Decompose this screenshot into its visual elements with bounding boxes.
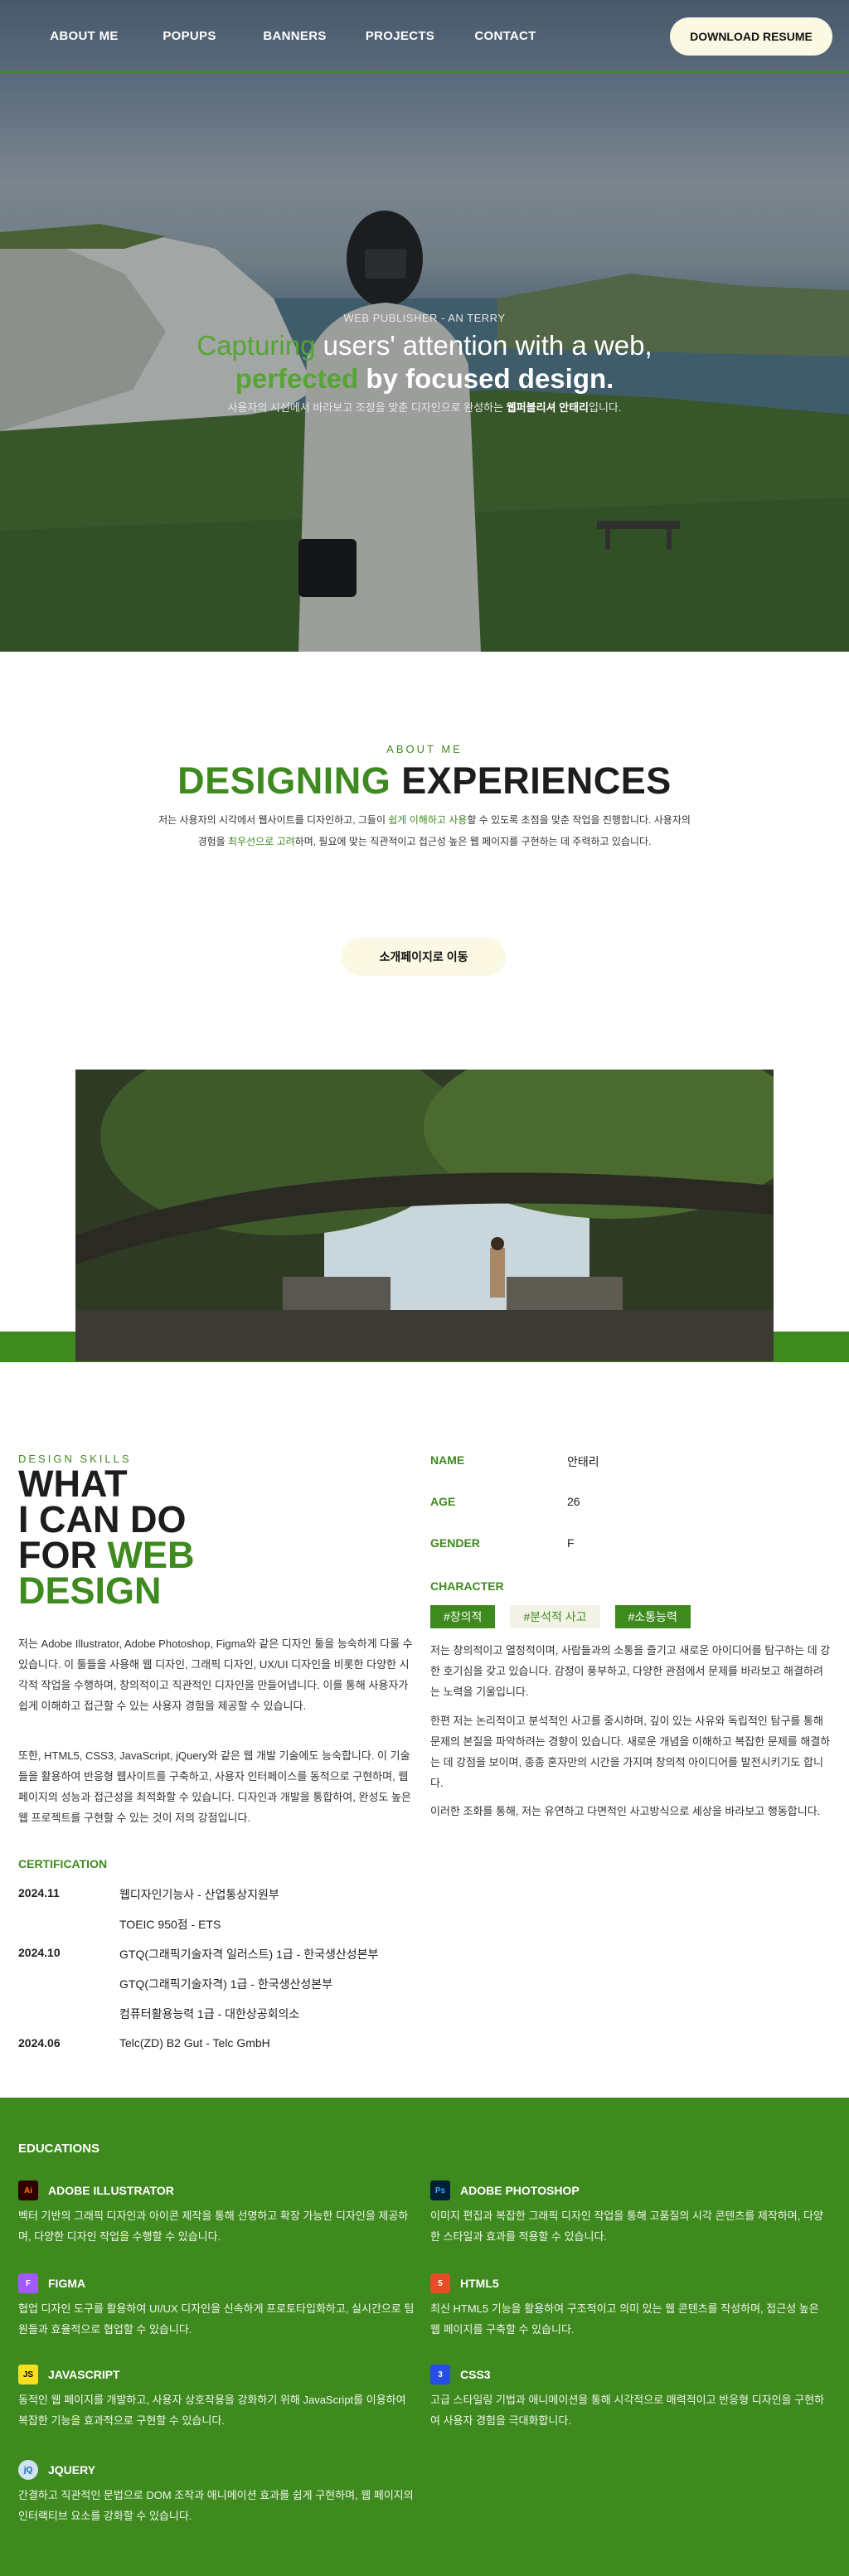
character-paragraph-2: 한편 저는 논리적이고 분석적인 사고를 중시하며, 깊이 있는 사유와 독립적… xyxy=(430,1715,831,1789)
edu-item-name: JAVASCRIPT xyxy=(48,2368,120,2381)
hero-line1: users' attention with a web, xyxy=(315,330,653,361)
edu-item-figma: F FIGMA 협업 디자인 도구를 활용하여 UI/UX 디자인을 신속하게 프… xyxy=(18,2273,415,2340)
edu-item-name: JQUERY xyxy=(48,2463,96,2477)
hero-desc-suffix: 입니다. xyxy=(589,401,622,414)
edu-item-desc: 간결하고 직관적인 문법으로 DOM 조작과 애니메이션 효과를 쉽게 구현하며… xyxy=(18,2489,414,2522)
edu-item-name: ADOBE ILLUSTRATOR xyxy=(48,2184,174,2197)
nav-links: ABOUT ME POPUPS BANNERS PROJECTS CONTACT xyxy=(32,29,558,43)
skills-paragraph-1: 저는 Adobe Illustrator, Adobe Photoshop, F… xyxy=(18,1637,413,1712)
download-resume-button[interactable]: DOWNLOAD RESUME xyxy=(670,17,832,56)
edu-item-desc: 벡터 기반의 그래픽 디자인과 아이콘 제작을 통해 선명하고 확장 가능한 디… xyxy=(18,2210,409,2243)
skills-title-line1: WHAT xyxy=(18,1463,128,1505)
profile-key: NAME xyxy=(430,1453,465,1467)
cert-text: GTQ(그래픽기술자격 일러스트) 1급 - 한국생산성본부 xyxy=(119,1948,379,1961)
edu-item-photoshop: Ps ADOBE PHOTOSHOP 이미지 편집과 복잡한 그래픽 디자인 작업… xyxy=(430,2181,827,2247)
arch-photo-image xyxy=(75,1070,774,1361)
nav-popups[interactable]: POPUPS xyxy=(137,29,242,43)
nav-about-me[interactable]: ABOUT ME xyxy=(32,29,137,43)
cert-text: TOEIC 950점 - ETS xyxy=(119,1918,221,1931)
about-title-green: DESIGNING xyxy=(177,759,391,802)
profile-value: 안태리 xyxy=(567,1455,599,1468)
about-label: ABOUT ME xyxy=(386,743,463,755)
hero-description: 사용자의 시선에서 바라보고 조정을 맞춘 디자인으로 완성하는 웹퍼블리셔 안… xyxy=(0,399,849,415)
cert-year: 2024.11 xyxy=(18,1886,60,1899)
about-desc2-post: 하며, 필요에 맞는 직관적이고 접근성 높은 웹 페이지를 구현하는 데 주력… xyxy=(294,836,652,847)
skills-paragraph-2: 또한, HTML5, CSS3, JavaScript, jQuery와 같은 … xyxy=(18,1749,411,1824)
edu-item-desc: 최신 HTML5 기능을 활용하여 구조적이고 의미 있는 웹 콘텐츠를 작성하… xyxy=(430,2302,819,2336)
about-desc1-pre: 저는 사용자의 시각에서 웹사이트를 디자인하고, 그들이 xyxy=(158,814,389,826)
edu-item-name: FIGMA xyxy=(48,2277,86,2290)
about-desc1-green: 쉽게 이해하고 사용 xyxy=(388,814,468,826)
cert-text: 웹디자인기능사 - 산업통상지원부 xyxy=(119,1888,279,1901)
character-paragraph-1: 저는 창의적이고 열정적이며, 사람들과의 소통을 즐기고 새로운 아이디어를 … xyxy=(430,1644,831,1698)
edu-item-name: ADOBE PHOTOSHOP xyxy=(460,2184,580,2197)
arch-photo xyxy=(75,1070,774,1361)
hero-desc-bold: 웹퍼블리셔 안태리 xyxy=(506,401,589,414)
educations-title: EDUCATIONS xyxy=(18,2142,100,2156)
cert-year: 2024.06 xyxy=(18,2036,61,2050)
nav-projects[interactable]: PROJECTS xyxy=(347,29,453,43)
about-desc2-pre: 경험을 xyxy=(197,836,229,847)
certification-title: CERTIFICATION xyxy=(18,1857,108,1870)
hero-line2: by focused design. xyxy=(358,363,614,394)
about-desc2-green: 최우선으로 고려 xyxy=(228,836,295,847)
nav-contact[interactable]: CONTACT xyxy=(453,29,558,43)
hero-text-block: WEB PUBLISHER - AN TERRY Capturing users… xyxy=(0,312,849,415)
tag-creative: #창의적 xyxy=(430,1605,496,1628)
about-description: 저는 사용자의 시각에서 웹사이트를 디자인하고, 그들이 쉽게 이해하고 사용… xyxy=(141,809,708,852)
edu-item-javascript: JS JAVASCRIPT 동적인 웹 페이지를 개발하고, 사용자 상호작용을 … xyxy=(18,2365,415,2431)
photoshop-icon: Ps xyxy=(430,2181,450,2200)
edu-item-html5: 5 HTML5 최신 HTML5 기능을 활용하여 구조적이고 의미 있는 웹 콘… xyxy=(430,2273,827,2340)
character-paragraph-3: 이러한 조화를 통해, 저는 유연하고 다면적인 사고방식으로 세상을 바라보고… xyxy=(430,1805,821,1817)
css3-icon: 3 xyxy=(430,2365,450,2384)
about-title-rest: EXPERIENCES xyxy=(391,759,672,802)
jquery-icon: jQ xyxy=(18,2460,38,2480)
about-desc1-post: 할 수 있도록 초점을 맞춘 작업을 진행합니다. 사용자의 xyxy=(467,814,691,826)
tag-communication: #소통능력 xyxy=(614,1605,691,1628)
cert-text: 컴퓨터활용능력 1급 - 대한상공회의소 xyxy=(119,2007,300,2021)
illustrator-icon: Ai xyxy=(18,2181,38,2200)
hero-highlight-2: perfected xyxy=(235,363,359,394)
cert-text: GTQ(그래픽기술자격) 1급 - 한국생산성본부 xyxy=(119,1977,332,1991)
profile-key: GENDER xyxy=(430,1536,480,1550)
hero-desc-text: 사용자의 시선에서 바라보고 조정을 맞춘 디자인으로 완성하는 xyxy=(227,401,507,414)
hero-section: WEB PUBLISHER - AN TERRY Capturing users… xyxy=(0,0,849,652)
about-title: DESIGNING EXPERIENCES xyxy=(0,759,849,803)
about-page-button[interactable]: 소개페이지로 이동 xyxy=(342,938,506,976)
tag-analytical: #분석적 사고 xyxy=(510,1605,600,1628)
profile-value: F xyxy=(567,1536,575,1550)
cert-year: 2024.10 xyxy=(18,1946,61,1959)
skills-title-line2: I CAN DO xyxy=(18,1498,187,1540)
skills-title-design: DESIGN xyxy=(18,1569,162,1612)
edu-item-jquery: jQ JQUERY 간결하고 직관적인 문법으로 DOM 조작과 애니메이션 효과… xyxy=(18,2460,415,2526)
edu-item-desc: 동적인 웹 페이지를 개발하고, 사용자 상호작용을 강화하기 위해 JavaS… xyxy=(18,2394,406,2427)
character-label: CHARACTER xyxy=(430,1579,504,1593)
educations-section: EDUCATIONS Ai ADOBE ILLUSTRATOR 벡터 기반의 그래… xyxy=(0,2098,849,2576)
nav-banners[interactable]: BANNERS xyxy=(242,29,347,43)
edu-item-desc: 협업 디자인 도구를 활용하여 UI/UX 디자인을 신속하게 프로토타입화하고… xyxy=(18,2302,415,2336)
profile-key: AGE xyxy=(430,1495,456,1508)
character-tags: #창의적 #분석적 사고 #소통능력 xyxy=(430,1605,691,1628)
hero-highlight-1: Capturing xyxy=(196,330,316,361)
figma-icon: F xyxy=(18,2273,38,2293)
edu-item-name: CSS3 xyxy=(460,2368,491,2381)
edu-item-name: HTML5 xyxy=(460,2277,499,2290)
edu-item-illustrator: Ai ADOBE ILLUSTRATOR 벡터 기반의 그래픽 디자인과 아이콘 … xyxy=(18,2181,415,2247)
edu-item-desc: 고급 스타일링 기법과 애니메이션을 통해 시각적으로 매력적이고 반응형 디자… xyxy=(430,2394,825,2427)
edu-item-css3: 3 CSS3 고급 스타일링 기법과 애니메이션을 통해 시각적으로 매력적이고 … xyxy=(430,2365,827,2431)
hero-headline: Capturing users' attention with a web, p… xyxy=(0,329,849,395)
edu-item-desc: 이미지 편집과 복잡한 그래픽 디자인 작업을 통해 고품질의 시각 콘텐츠를 … xyxy=(430,2210,823,2243)
hero-subtitle: WEB PUBLISHER - AN TERRY xyxy=(343,312,506,324)
html5-icon: 5 xyxy=(430,2273,450,2293)
top-navigation: ABOUT ME POPUPS BANNERS PROJECTS CONTACT… xyxy=(0,0,849,73)
profile-value: 26 xyxy=(567,1495,580,1508)
javascript-icon: JS xyxy=(18,2365,38,2384)
cert-text: Telc(ZD) B2 Gut - Telc GmbH xyxy=(119,2036,270,2050)
skills-title: WHAT I CAN DO FOR WEB DESIGN xyxy=(18,1463,234,1612)
